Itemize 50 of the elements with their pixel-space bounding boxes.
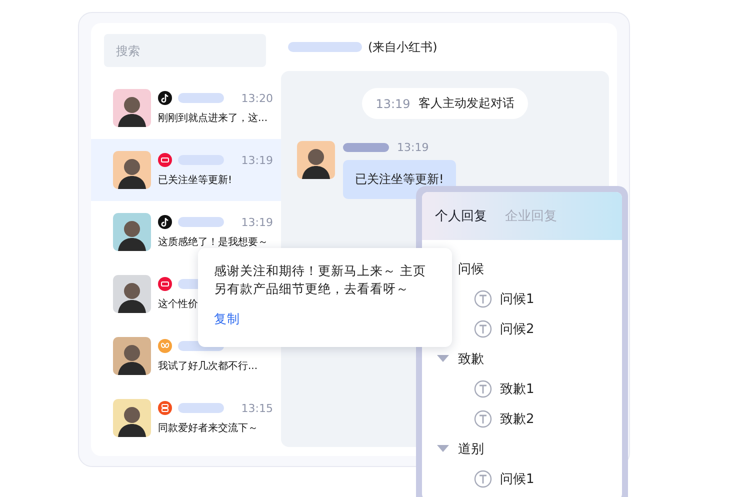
reply-group[interactable]: 致歉 [437, 344, 622, 374]
message-preview: 这质感绝了！是我想要～ [158, 236, 269, 249]
reply-group[interactable]: 道别 [437, 434, 622, 464]
avatar [113, 337, 151, 375]
message-time: 13:20 [241, 92, 273, 104]
name-placeholder-bar [178, 93, 224, 103]
message-time: 13:19 [241, 216, 273, 228]
text-type-icon [474, 320, 492, 338]
platform-icon [158, 401, 172, 415]
notice-time: 13:19 [376, 96, 410, 110]
text-type-icon [474, 470, 492, 488]
avatar [113, 89, 151, 127]
name-placeholder-bar [178, 403, 224, 413]
source-label: (来自小红书) [368, 38, 438, 56]
text-type-icon [474, 290, 492, 308]
name-placeholder-bar [343, 143, 389, 152]
search-field[interactable]: 搜索 [104, 34, 266, 67]
message-preview: 已关注坐等更新! [158, 174, 234, 187]
platform-icon [158, 277, 172, 291]
conversation-item[interactable]: 13:20 刚刚到就点进来了，这... [91, 77, 281, 139]
platform-icon [158, 153, 172, 167]
reply-item[interactable]: 致歉2 [437, 404, 594, 434]
text-type-icon [474, 380, 492, 398]
notice-text: 客人主动发起对话 [418, 95, 514, 112]
message-preview: 刚刚到就点进来了，这... [158, 112, 269, 125]
avatar [113, 213, 151, 251]
platform-icon [158, 339, 172, 353]
message-preview: 我试了好几次都不行... [158, 360, 259, 373]
avatar [297, 141, 335, 179]
message-time: 13:19 [241, 154, 273, 166]
reply-item[interactable]: 致歉1 [437, 374, 594, 404]
avatar [113, 399, 151, 437]
avatar [113, 151, 151, 189]
name-placeholder-bar [178, 155, 224, 165]
popup-text: 感谢关注和期待！更新马上来～ 主页另有款产品细节更绝，去看看呀～ [214, 262, 427, 298]
message-preview: 同款爱好者来交流下～ [158, 422, 259, 435]
conversation-item[interactable]: 13:19 已关注坐等更新! [91, 139, 281, 201]
platform-icon [158, 91, 172, 105]
reply-tab[interactable]: 个人回复 [435, 207, 487, 225]
platform-icon [158, 215, 172, 229]
message-time: 13:15 [241, 402, 273, 414]
conversation-item[interactable]: 13:15 同款爱好者来交流下～ [91, 387, 281, 449]
copy-link[interactable]: 复制 [214, 311, 240, 328]
avatar [113, 275, 151, 313]
text-type-icon [474, 410, 492, 428]
message-preview: 这个性价 [158, 298, 199, 311]
message-time: 13:19 [397, 141, 429, 154]
name-placeholder-bar [178, 217, 224, 227]
conversation-item[interactable]: 13:19 这质感绝了！是我想要～ [91, 201, 281, 263]
reply-item[interactable]: 问候1 [437, 464, 594, 494]
